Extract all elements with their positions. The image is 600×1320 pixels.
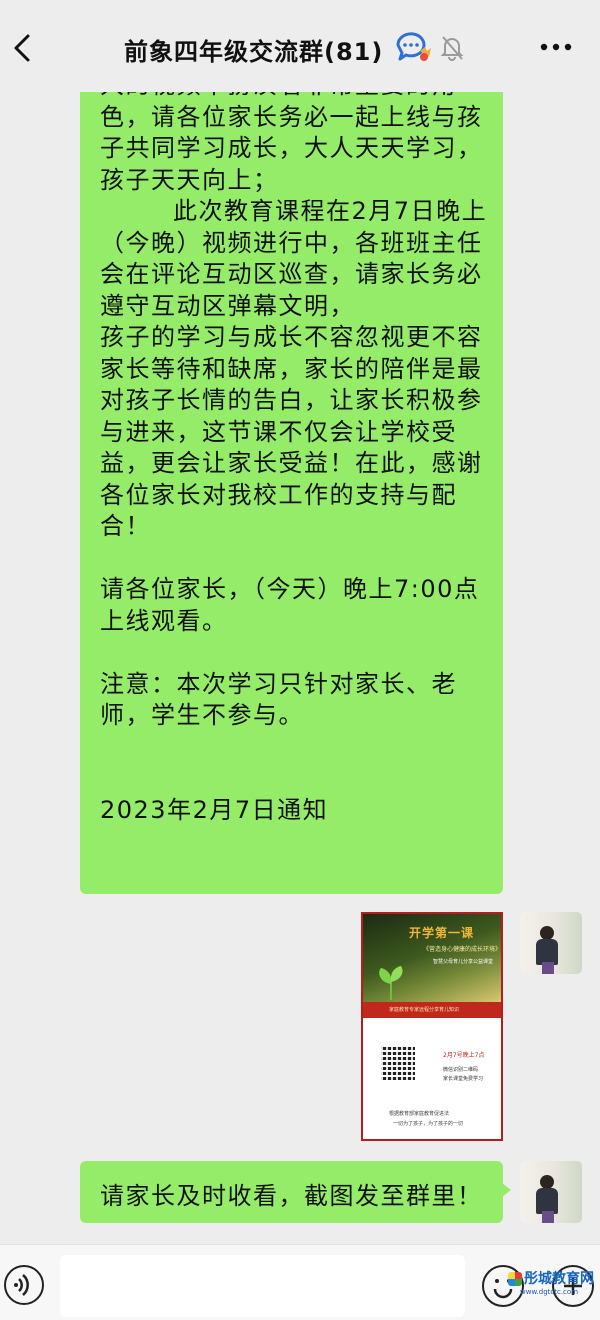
watermark-logo-icon [508,1272,522,1286]
poster-title: 开学第一课 [409,926,475,940]
notice-message-bubble[interactable]: 大的视频中扮演着非常重要的角色，请各位家长务必一起上线与孩子共同学习成长，大人天… [80,70,503,894]
avatar-figure-head [540,926,554,940]
avatar-figure-legs [542,962,554,974]
muted-bell-icon [440,36,464,61]
poster-time: 2月7号晚上7点 [443,1052,485,1059]
request-message-text: 请家长及时收看，截图发至群里！ [100,1182,483,1210]
poster-band: 家庭教育专家远程分享育儿知识 [363,1002,501,1018]
sender-avatar[interactable] [520,1161,582,1223]
message-input[interactable] [60,1255,465,1317]
poster-footer-line: 根据教育部家庭教育促进法 [389,1111,450,1117]
poster-footer-line: 一切为了孩子，为了孩子的一切 [393,1121,464,1127]
poster-subtitle: 《营造身心健康的成长环境》 [423,946,502,953]
more-dots-icon[interactable] [540,42,572,52]
group-chat-icon[interactable] [394,31,434,65]
watermark-name: 彤城教育网 [524,1271,594,1287]
poster-image-message[interactable]: 开学第一课 《营造身心健康的成长环境》 智慧父母育儿分享公益课堂 家庭教育专家远… [361,912,503,1141]
chat-header: 前象四年级交流群(81) [0,0,600,92]
poster-line: 家长课堂免费学习 [443,1076,484,1082]
sender-avatar[interactable] [520,912,582,974]
seedling-icon [379,966,403,1000]
avatar-figure-legs [542,1211,554,1223]
notice-message-text: 大的视频中扮演着非常重要的角色，请各位家长务必一起上线与孩子共同学习成长，大人天… [100,71,488,824]
qr-code-icon [381,1046,415,1080]
poster-tagline: 智慧父母育儿分享公益课堂 [433,959,494,965]
chat-title: 前象四年级交流群(81) [124,38,384,66]
avatar-figure-head [540,1175,554,1189]
voice-icon[interactable] [4,1265,44,1305]
poster-band-text: 家庭教育专家远程分享育儿知识 [389,1007,460,1013]
request-message-bubble[interactable]: 请家长及时收看，截图发至群里！ [80,1161,511,1223]
chevron-left-icon[interactable] [6,28,40,68]
poster-line: 微信识别二维码 [443,1067,479,1073]
site-watermark: 彤城教育网 www.dgtctc.com [508,1264,594,1310]
watermark-url: www.dgtctc.com [520,1288,579,1296]
